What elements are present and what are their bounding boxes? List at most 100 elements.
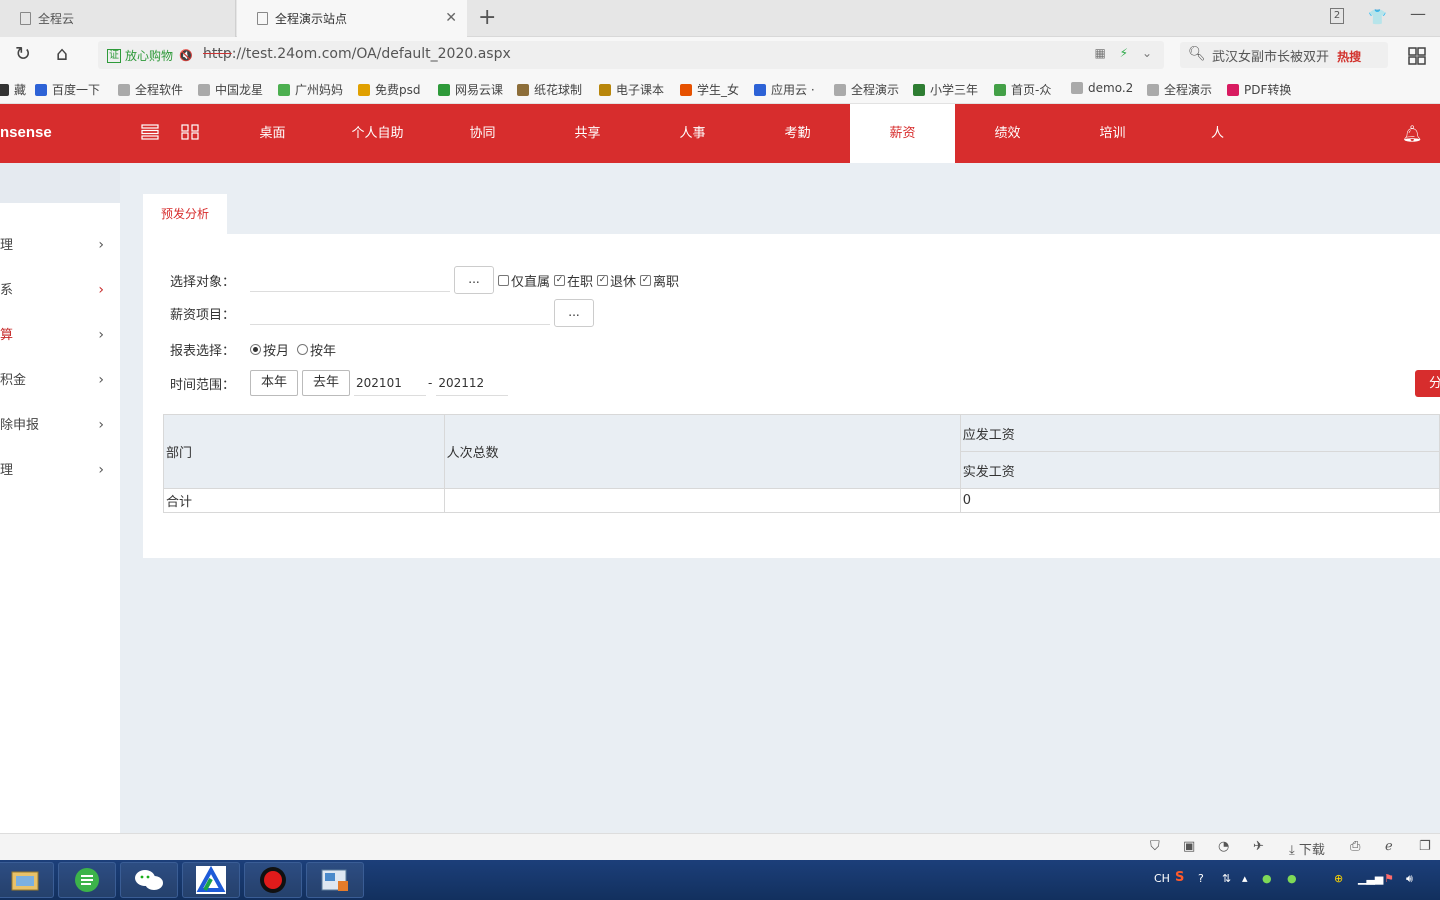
nav-item[interactable]: 薪资	[850, 104, 955, 163]
help-icon[interactable]: ?	[1198, 872, 1204, 885]
wechat-tray-icon[interactable]: ●	[1262, 872, 1272, 885]
wechat-tray-icon-2[interactable]: ●	[1287, 872, 1297, 885]
bookmark-item[interactable]: 网易云课	[438, 81, 503, 98]
bookmark-item[interactable]: PDF转换	[1227, 81, 1291, 98]
nav-item[interactable]: 培训	[1060, 104, 1165, 163]
bookmark-item[interactable]: 全程演示	[834, 81, 899, 98]
ie-icon[interactable]: ℯ	[1385, 839, 1393, 854]
list-view-icon[interactable]	[141, 124, 159, 140]
volume-icon[interactable]: 🔊︎	[1406, 872, 1413, 886]
tray-arrows-icon[interactable]: ⇅	[1222, 872, 1231, 885]
last-year-button[interactable]: 去年	[302, 370, 351, 396]
nav-item[interactable]: 考勤	[745, 104, 850, 163]
sidebar-item[interactable]: 积金 ›	[0, 358, 120, 403]
nav-item[interactable]: 人	[1165, 104, 1270, 163]
browser-taskbar-button[interactable]	[58, 862, 116, 898]
new-tab-icon[interactable]: +	[478, 5, 496, 30]
salary-item-input[interactable]	[250, 301, 550, 325]
analyze-button[interactable]: 分	[1415, 370, 1440, 397]
rocket-icon[interactable]: ✈	[1253, 839, 1264, 854]
speed-icon[interactable]: ◔	[1218, 839, 1229, 854]
date-to-input[interactable]: 202112	[436, 370, 509, 396]
sidebar-item[interactable]: 除申报 ›	[0, 403, 120, 448]
bookmarks-bar: 藏百度一下 全程软件 中国龙星 广州妈妈 免费psd 网易云课 纸花球制 电子课本 学生_女 应用…	[0, 73, 1440, 104]
bell-icon[interactable]: 🔔︎	[1402, 124, 1422, 143]
nav-item[interactable]: 人事	[640, 104, 745, 163]
radio-yearly[interactable]	[297, 344, 309, 355]
signal-icon[interactable]: ▁▃▅	[1358, 872, 1383, 885]
bookmark-item[interactable]: 广州妈妈	[278, 81, 343, 98]
checkbox-active[interactable]: ✓	[554, 274, 566, 286]
browser-tab-2[interactable]: 全程演示站点 ✕	[237, 0, 467, 37]
bookmark-item[interactable]: demo.2	[1071, 81, 1133, 95]
print-icon[interactable]: ⎙	[1350, 839, 1360, 854]
sidebar-item[interactable]: 理 ›	[0, 223, 120, 268]
date-separator: -	[428, 376, 433, 390]
bookmark-item[interactable]: 免费psd	[358, 81, 421, 98]
cube-icon	[517, 83, 529, 96]
tab-count-badge[interactable]: 2	[1330, 8, 1344, 24]
select-target-label: 选择对象：	[170, 274, 236, 290]
refresh-icon[interactable]: ↻	[15, 43, 31, 65]
nav-item[interactable]: 个人自助	[325, 104, 430, 163]
sidebar-item[interactable]: 理 ›	[0, 448, 120, 493]
nav-item[interactable]: 绩效	[955, 104, 1060, 163]
chevron-right-icon: ›	[98, 462, 104, 478]
select-target-button[interactable]: ...	[454, 266, 494, 294]
document-taskbar-button[interactable]	[306, 862, 364, 898]
grid-view-icon[interactable]	[181, 124, 199, 140]
bookmark-item[interactable]: 学生_女	[680, 81, 739, 98]
browser-tab-1[interactable]: 全程云	[0, 0, 236, 37]
minimize-icon[interactable]: —	[1410, 4, 1426, 23]
bookmark-item[interactable]: 全程演示	[1147, 81, 1212, 98]
close-tab-icon[interactable]: ✕	[445, 10, 457, 26]
tray-plus-icon[interactable]: ⊕	[1334, 872, 1343, 885]
network-alert-icon[interactable]: ⚑	[1384, 872, 1394, 885]
bookmark-item[interactable]: 百度一下	[35, 81, 100, 98]
sidebar-item[interactable]: 系 ›	[0, 268, 120, 313]
radio-monthly[interactable]	[250, 344, 261, 355]
sidebar-item-active[interactable]: 算 ›	[0, 313, 120, 358]
select-target-input[interactable]	[250, 268, 450, 292]
bookmark-item[interactable]: 全程软件	[118, 81, 183, 98]
bookmark-item[interactable]: 首页-众	[994, 81, 1051, 98]
qr-icon[interactable]: ▦	[1095, 46, 1106, 60]
this-year-button[interactable]: 本年	[250, 370, 299, 396]
bookmark-item[interactable]: 纸花球制	[517, 81, 582, 98]
apps-grid-icon[interactable]	[1408, 47, 1426, 65]
language-indicator[interactable]: CH	[1154, 872, 1170, 885]
shield-icon[interactable]: ⛉	[1150, 839, 1160, 854]
bookmark-item[interactable]: 中国龙星	[198, 81, 263, 98]
bookmark-item[interactable]: 小学三年	[913, 81, 978, 98]
search-field[interactable]: 🔍︎ 武汉女副市长被双开 热搜	[1180, 42, 1388, 68]
chevron-right-icon: ›	[98, 282, 104, 298]
tray-expand-icon[interactable]: ▴	[1242, 872, 1248, 885]
salary-item-button[interactable]: ...	[554, 299, 594, 327]
bookmark-item[interactable]: 应用云 ·	[754, 81, 815, 98]
bolt-icon[interactable]: ⚡	[1120, 46, 1128, 60]
window-icon[interactable]: ❐	[1419, 839, 1431, 854]
tab-prepay-analysis[interactable]: 预发分析	[143, 194, 227, 234]
home-icon[interactable]: ⌂	[56, 43, 68, 65]
sogou-icon[interactable]: S	[1175, 870, 1184, 885]
cert-badge[interactable]: 证 放心购物 🔇	[107, 47, 193, 64]
url-text[interactable]: http://test.24om.com/OA/default_2020.asp…	[203, 46, 511, 62]
bookmark-item[interactable]: 电子课本	[599, 81, 664, 98]
recorder-taskbar-button[interactable]	[244, 862, 302, 898]
date-from-input[interactable]: 202101	[354, 370, 427, 396]
explorer-taskbar-button[interactable]	[0, 862, 54, 898]
checkbox-retired[interactable]: ✓	[597, 274, 609, 286]
wechat-taskbar-button[interactable]	[120, 862, 178, 898]
nav-item[interactable]: 桌面	[220, 104, 325, 163]
checkbox-resigned[interactable]: ✓	[640, 274, 652, 286]
nav-item[interactable]: 协同	[430, 104, 535, 163]
app-a-taskbar-button[interactable]	[182, 862, 240, 898]
url-field[interactable]: 证 放心购物 🔇 http://test.24om.com/OA/default…	[98, 41, 1164, 69]
chevron-down-icon[interactable]: ⌄	[1142, 46, 1152, 60]
nav-item[interactable]: 共享	[535, 104, 640, 163]
image-icon[interactable]: ▣	[1183, 839, 1195, 854]
skin-icon[interactable]: 👕	[1368, 8, 1387, 26]
checkbox-direct-only[interactable]	[498, 274, 509, 286]
download-icon[interactable]: ⤓ 下载	[1289, 839, 1325, 858]
bookmark-item[interactable]: 藏	[0, 81, 26, 98]
